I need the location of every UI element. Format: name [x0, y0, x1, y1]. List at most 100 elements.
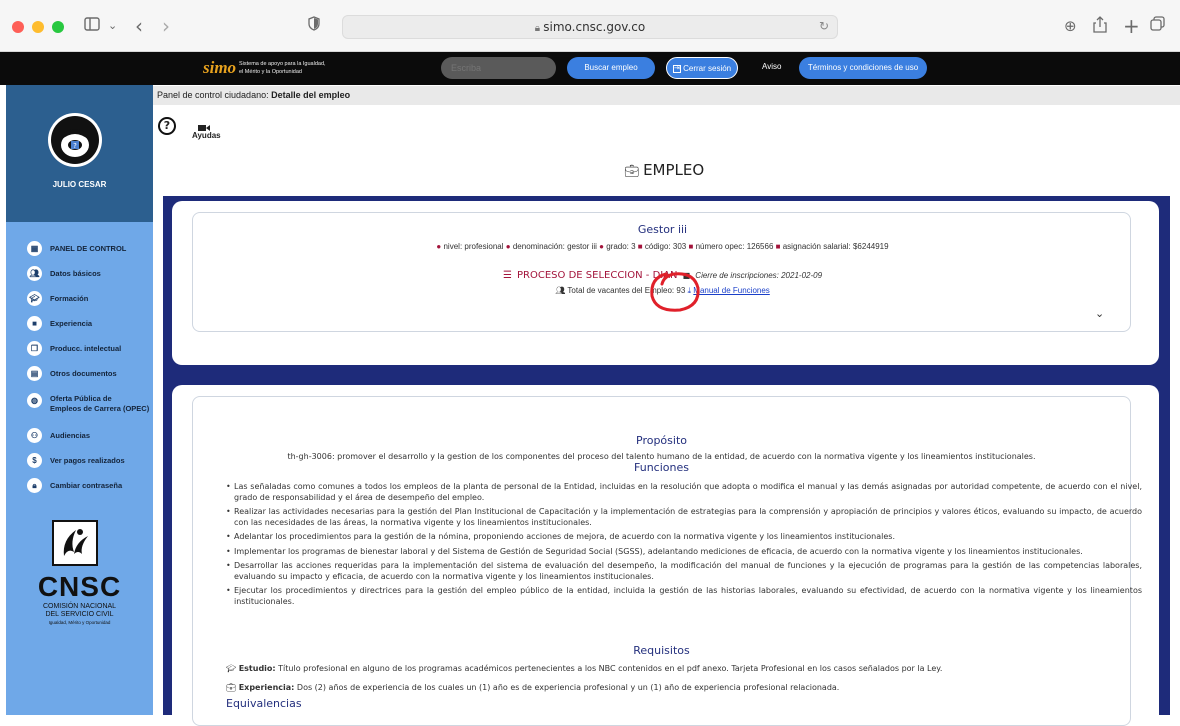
- list-icon: ☰: [502, 270, 512, 281]
- sidebar-item-label: Ver pagos realizados: [50, 456, 125, 465]
- cierre-inscripciones: Cierre de inscripciones: 2021-02-09: [695, 271, 823, 280]
- requisitos-title: Requisitos: [633, 644, 690, 657]
- site-navbar: simo Sistema de apoyo para la Igualdad, …: [0, 52, 1180, 85]
- dashboard-icon: ▦: [27, 241, 42, 256]
- sidebar-item-cambiar-contrasena[interactable]: 🔒︎ Cambiar contraseña: [14, 478, 153, 494]
- tab-overview-icon[interactable]: [1150, 16, 1165, 36]
- avatar[interactable]: ?: [47, 112, 103, 172]
- globe-icon: ◍: [27, 393, 42, 408]
- brand-logo: simo: [203, 58, 237, 77]
- sidebar-item-panel-de-control[interactable]: ▦ PANEL DE CONTROL: [14, 241, 153, 257]
- experiencia-label: Experiencia:: [238, 683, 295, 692]
- sidebar-item-datos-basicos[interactable]: 👥︎ Datos básicos: [14, 266, 153, 282]
- sidebar-item-formacion[interactable]: 🎓︎ Formación: [14, 291, 153, 307]
- id-card-icon: ■: [688, 242, 694, 251]
- user-icon: ●: [505, 242, 511, 251]
- aviso-link[interactable]: Aviso: [762, 62, 781, 71]
- users-icon: 👥︎: [555, 286, 566, 295]
- job-denominacion: denominación: gestor iii: [512, 242, 597, 251]
- chevron-down-icon[interactable]: ⌄: [108, 16, 117, 36]
- back-icon[interactable]: ‹: [135, 16, 143, 36]
- url-text: 🔒︎ simo.cnsc.gov.co: [343, 20, 837, 34]
- cnsc-emblem-icon: [52, 520, 98, 566]
- proposito-title: Propósito: [636, 434, 687, 447]
- graduation-icon: 🎓︎: [226, 664, 237, 673]
- download-icon[interactable]: ⊕: [1064, 16, 1077, 36]
- simo-logo[interactable]: simo Sistema de apoyo para la Igualdad, …: [203, 58, 338, 80]
- share-icon[interactable]: [1093, 16, 1107, 38]
- sidebar-item-label: Cambiar contraseña: [50, 481, 123, 490]
- sidebar-item-label-2: Empleos de Carrera (OPEC): [50, 404, 150, 413]
- sidebar-item-otros-documentos[interactable]: ▤ Otros documentos: [14, 366, 153, 382]
- copy-icon: ❐: [27, 341, 42, 356]
- estudio-line: 🎓︎ Estudio: Título profesional en alguno…: [226, 664, 942, 673]
- help-icon[interactable]: ?: [158, 117, 176, 135]
- terminos-button[interactable]: Términos y condiciones de uso: [799, 57, 927, 79]
- search-input[interactable]: [441, 57, 556, 79]
- job-title: Gestor iii: [637, 223, 688, 236]
- minimize-window-button[interactable]: [32, 21, 44, 33]
- briefcase-icon: ■: [27, 316, 42, 331]
- estudio-text: Título profesional en alguno de los prog…: [275, 664, 943, 673]
- address-bar[interactable]: 🔒︎ simo.cnsc.gov.co ↻: [342, 15, 838, 39]
- job-asignacion: asignación salarial: $6244919: [782, 242, 889, 251]
- group-icon: ⚇: [27, 428, 42, 443]
- list-item: Ejecutar los procedimientos y directrice…: [226, 586, 1142, 607]
- browser-toolbar: ⌄ ‹ › 🔒︎ simo.cnsc.gov.co ↻ ⊕ +: [0, 0, 1180, 52]
- funciones-title: Funciones: [634, 461, 689, 474]
- equivalencias-title: Equivalencias: [226, 697, 302, 710]
- user-name: JULIO CESAR: [52, 180, 107, 189]
- experiencia-line: 💼︎ Experiencia: Dos (2) años de experien…: [226, 683, 839, 692]
- zoom-window-button[interactable]: [52, 21, 64, 33]
- annotation-circle: [650, 272, 700, 312]
- page-title: 💼︎ EMPLEO: [624, 161, 704, 179]
- svg-text:?: ?: [73, 142, 77, 150]
- logout-icon: ⇥: [672, 64, 681, 73]
- lock-icon: 🔒︎: [534, 23, 544, 34]
- sidebar-item-produccion-intelectual[interactable]: ❐ Producc. intelectual: [14, 341, 153, 357]
- sidebar-item-label: PANEL DE CONTROL: [50, 244, 127, 253]
- sidebar-item-label: Oferta Pública de: [50, 394, 112, 403]
- chevron-down-icon[interactable]: ⌄: [1095, 307, 1104, 320]
- brand-tagline-1: Sistema de apoyo para la Igualdad,: [239, 61, 326, 67]
- sidebar-item-opec[interactable]: ◍ Oferta Pública de Empleos de Carrera (…: [14, 393, 153, 419]
- new-tab-icon[interactable]: +: [1123, 16, 1140, 36]
- sidebar-profile: ? JULIO CESAR: [6, 85, 153, 222]
- list-item: Las señaladas como comunes a todos los e…: [226, 482, 1142, 503]
- money-icon: ■: [775, 242, 781, 251]
- cnsc-line1: COMISIÓN NACIONAL: [42, 603, 117, 610]
- estudio-label: Estudio:: [238, 664, 276, 673]
- breadcrumb-current: Detalle del empleo: [271, 90, 351, 100]
- sidebar-item-label: Formación: [50, 294, 89, 303]
- list-item: Realizar las actividades necesarias para…: [226, 507, 1142, 528]
- sidebar-item-experiencia[interactable]: ■ Experiencia: [14, 316, 153, 332]
- cerrar-sesion-button[interactable]: ⇥ Cerrar sesión: [666, 57, 738, 79]
- reload-icon[interactable]: ↻: [819, 19, 829, 33]
- cnsc-line3: Igualdad, Mérito y Oportunidad: [48, 620, 111, 625]
- sidebar-item-label: Experiencia: [50, 319, 93, 328]
- video-camera-icon[interactable]: [198, 117, 212, 131]
- list-item: Implementar los programas de bienestar l…: [226, 547, 1142, 558]
- cnsc-acronym: CNSC: [37, 571, 122, 602]
- level-icon: ●: [436, 242, 442, 251]
- sidebar-toggle-icon[interactable]: [84, 16, 100, 36]
- forward-icon[interactable]: ›: [162, 16, 170, 36]
- job-grado: grado: 3: [606, 242, 636, 251]
- cerrar-sesion-label: Cerrar sesión: [683, 64, 732, 73]
- sidebar-item-label: Datos básicos: [50, 269, 101, 278]
- graduation-icon: 🎓︎: [27, 291, 42, 306]
- file-icon: ▤: [27, 366, 42, 381]
- close-window-button[interactable]: [12, 21, 24, 33]
- privacy-shield-icon[interactable]: [308, 16, 320, 36]
- cnsc-logo: CNSC COMISIÓN NACIONAL DEL SERVICIO CIVI…: [6, 520, 153, 660]
- sidebar-item-audiencias[interactable]: ⚇ Audiencias: [14, 428, 153, 444]
- sidebar: ? JULIO CESAR ▦ PANEL DE CONTROL 👥︎ Datos …: [6, 85, 153, 715]
- job-attributes: ● nivel: profesional ● denominación: ges…: [193, 242, 1132, 251]
- url-label: simo.cnsc.gov.co: [543, 20, 646, 34]
- brand-tagline-2: el Mérito y la Oportunidad: [239, 69, 302, 75]
- sidebar-item-ver-pagos[interactable]: $ Ver pagos realizados: [14, 453, 153, 469]
- funciones-list: Las señaladas como comunes a todos los e…: [226, 482, 1142, 611]
- list-item: Desarrollar las acciones requeridas para…: [226, 561, 1142, 582]
- ayudas-label[interactable]: Ayudas: [192, 131, 221, 140]
- buscar-empleo-button[interactable]: Buscar empleo: [567, 57, 655, 79]
